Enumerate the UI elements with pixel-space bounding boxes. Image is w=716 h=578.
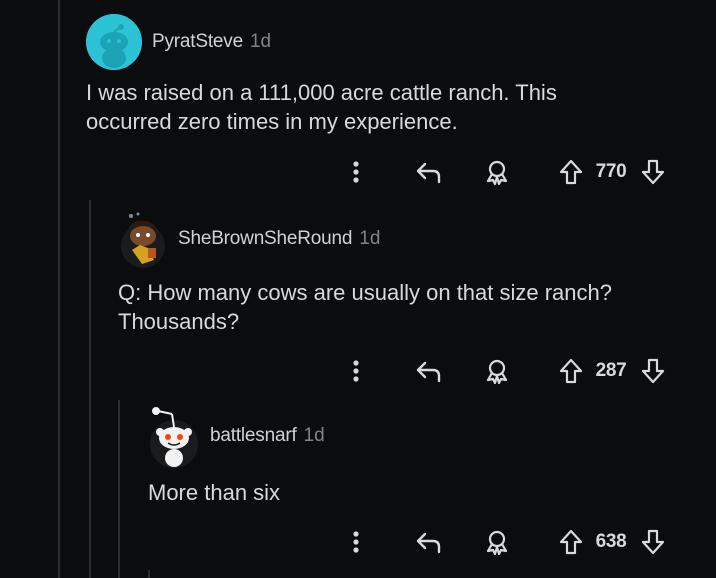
upvote-icon xyxy=(559,358,583,384)
award-button[interactable] xyxy=(480,152,514,192)
comment-actions: 638 xyxy=(336,522,676,562)
comment-body: Q: How many cows are usually on that siz… xyxy=(118,280,613,334)
username[interactable]: battlesnarf xyxy=(210,425,297,447)
thread-line-level-3[interactable] xyxy=(118,400,120,578)
thread-line-level-1[interactable] xyxy=(58,0,60,578)
reply-icon xyxy=(416,162,441,184)
upvote-button[interactable] xyxy=(554,152,588,192)
upvote-icon xyxy=(559,159,583,185)
reply-icon xyxy=(416,361,441,383)
award-icon xyxy=(486,359,508,384)
thread-line-level-2[interactable] xyxy=(89,200,91,578)
timestamp: 1d xyxy=(303,425,325,446)
vote-score: 770 xyxy=(595,161,627,182)
username[interactable]: PyratSteve xyxy=(152,31,243,53)
comment-actions: 287 xyxy=(336,351,676,391)
avatar[interactable] xyxy=(86,14,142,70)
downvote-icon xyxy=(641,529,665,555)
snoo-avatar-icon xyxy=(86,14,142,70)
more-options-button[interactable] xyxy=(344,152,368,192)
downvote-button[interactable] xyxy=(636,351,670,391)
upvote-button[interactable] xyxy=(554,351,588,391)
username[interactable]: SheBrownSheRound xyxy=(178,228,352,250)
more-vertical-icon xyxy=(353,161,359,183)
downvote-icon xyxy=(641,358,665,384)
vote-score: 287 xyxy=(595,360,627,381)
snoo-avatar-icon xyxy=(121,212,165,268)
more-options-button[interactable] xyxy=(344,522,368,562)
reply-icon xyxy=(416,532,441,554)
avatar[interactable] xyxy=(148,404,200,468)
comment-header: battlesnarf 1d xyxy=(148,404,325,468)
comment-body: I was raised on a 111,000 acre cattle ra… xyxy=(86,80,557,134)
timestamp: 1d xyxy=(249,31,272,52)
timestamp: 1d xyxy=(359,228,381,249)
downvote-button[interactable] xyxy=(636,522,670,562)
comment-actions: 770 xyxy=(336,152,676,192)
award-button[interactable] xyxy=(480,351,514,391)
award-icon xyxy=(486,530,508,555)
snoo-avatar-icon xyxy=(150,407,198,468)
upvote-button[interactable] xyxy=(554,522,588,562)
avatar[interactable] xyxy=(118,210,168,268)
reply-button[interactable] xyxy=(412,351,446,391)
more-vertical-icon xyxy=(353,531,359,553)
more-vertical-icon xyxy=(353,360,359,382)
comment-header: PyratSteve 1d xyxy=(86,14,271,70)
comment-header: SheBrownSheRound 1d xyxy=(118,210,380,268)
award-button[interactable] xyxy=(480,522,514,562)
award-icon xyxy=(486,160,508,185)
downvote-button[interactable] xyxy=(636,152,670,192)
upvote-icon xyxy=(559,529,583,555)
reply-button[interactable] xyxy=(412,152,446,192)
comment-body: More than six xyxy=(148,480,281,505)
reply-button[interactable] xyxy=(412,522,446,562)
thread-line-level-4[interactable] xyxy=(148,570,150,578)
more-options-button[interactable] xyxy=(344,351,368,391)
downvote-icon xyxy=(641,159,665,185)
vote-score: 638 xyxy=(595,531,627,552)
